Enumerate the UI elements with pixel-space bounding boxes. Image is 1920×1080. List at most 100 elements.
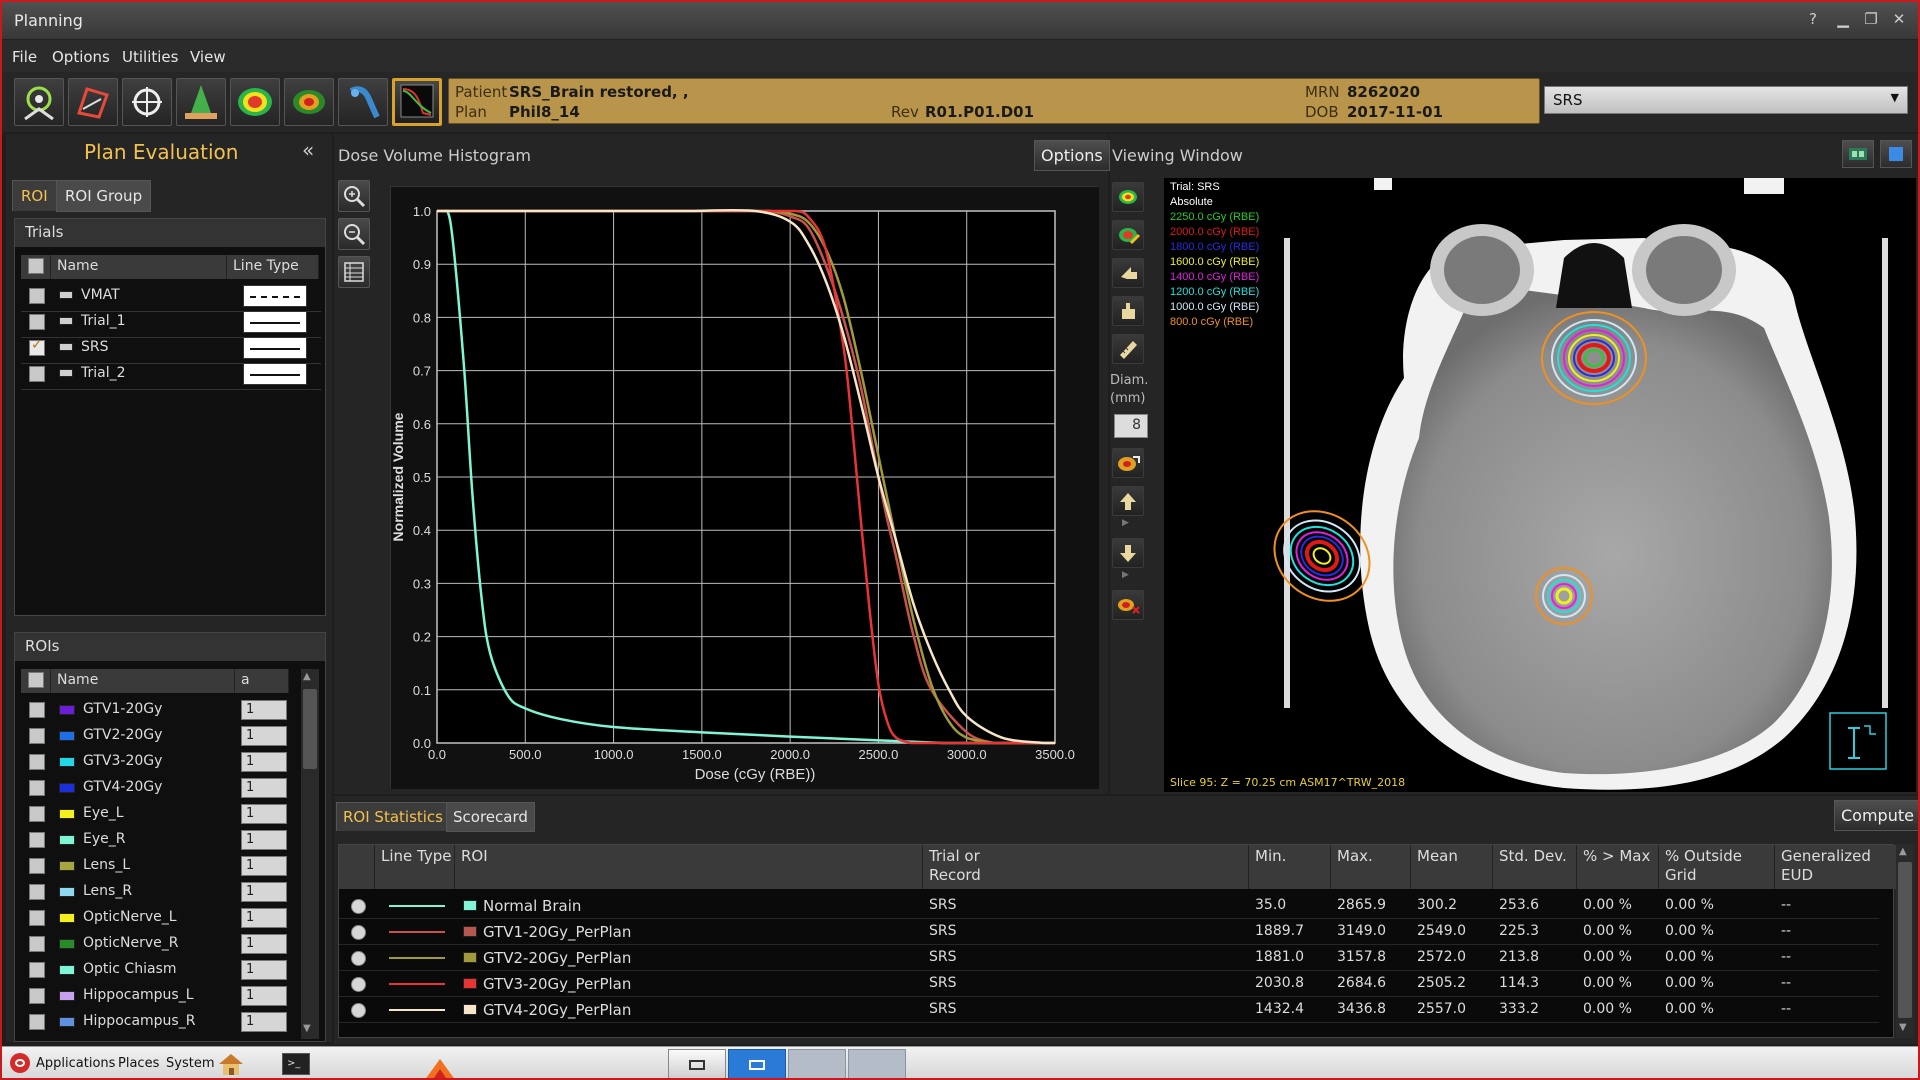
tab-roi-statistics[interactable]: ROI Statistics (336, 802, 450, 831)
expand-down-icon[interactable]: ▶ (1122, 570, 1129, 580)
move-up-button[interactable] (1112, 486, 1144, 516)
stats-col-header[interactable]: % > Max (1577, 845, 1659, 889)
roi-alpha-field[interactable]: 1 (241, 986, 287, 1006)
roi-checkbox[interactable] (29, 780, 45, 796)
roi-checkbox[interactable] (29, 832, 45, 848)
taskbar-system[interactable]: System (166, 1056, 214, 1071)
ct-slice-image[interactable] (1164, 178, 1916, 792)
roi-row[interactable]: Hippocampus_L 1 (21, 983, 295, 1009)
roi-checkbox[interactable] (29, 858, 45, 874)
dose-button[interactable] (230, 78, 280, 126)
row-radio[interactable] (351, 925, 366, 940)
close-button[interactable]: ✕ (1888, 8, 1910, 30)
dose-display-button[interactable] (284, 78, 334, 126)
isodose-edit-button[interactable] (1112, 220, 1144, 250)
trial-row[interactable]: ✓ SRS (21, 335, 321, 364)
tab-roi-group[interactable]: ROI Group (56, 180, 152, 212)
roi-checkbox[interactable] (29, 936, 45, 952)
terminal-icon[interactable]: >_ (282, 1053, 310, 1075)
stats-row[interactable]: GTV2-20Gy_PerPlan SRS 1881.0 3157.8 2572.0 21… (339, 945, 1879, 971)
menu-options[interactable]: Options (52, 48, 110, 66)
trial-checkbox[interactable] (29, 366, 45, 382)
roi-alpha-field[interactable]: 1 (241, 752, 287, 772)
roi-row[interactable]: GTV2-20Gy 1 (21, 723, 295, 749)
roi-checkbox[interactable] (29, 728, 45, 744)
roi-alpha-field[interactable]: 1 (241, 778, 287, 798)
roi-checkbox[interactable] (29, 702, 45, 718)
roi-alpha-field[interactable]: 1 (241, 726, 287, 746)
stats-scroll-up-icon[interactable]: ▲ (1899, 846, 1907, 857)
window-button-1[interactable] (668, 1049, 726, 1078)
roi-alpha-field[interactable]: 1 (241, 804, 287, 824)
stats-col-header[interactable]: Line Type (375, 845, 455, 889)
trial-select[interactable]: SRS ▼ (1544, 86, 1908, 114)
workspace-4[interactable] (848, 1049, 906, 1078)
expand-up-icon[interactable]: ▶ (1122, 518, 1129, 528)
menu-utilities[interactable]: Utilities (122, 48, 178, 66)
roi-checkbox[interactable] (29, 884, 45, 900)
stats-col-header[interactable]: Trial or Record (923, 845, 1249, 889)
stats-col-header[interactable]: Std. Dev. (1493, 845, 1577, 889)
isocenter-button[interactable] (122, 78, 172, 126)
compute-button[interactable]: Compute (1834, 800, 1918, 831)
stats-col-header[interactable] (339, 845, 375, 889)
distro-logo-icon[interactable] (10, 1053, 30, 1073)
stats-scrollbar[interactable]: ▲ ▼ (1896, 844, 1914, 1038)
roi-alpha-field[interactable]: 1 (241, 830, 287, 850)
diameter-input[interactable]: 8 (1114, 414, 1148, 438)
roi-checkbox[interactable] (29, 962, 45, 978)
roi-row[interactable]: GTV1-20Gy 1 (21, 697, 295, 723)
plan-evaluation-button[interactable] (392, 78, 442, 126)
stats-scroll-down-icon[interactable]: ▼ (1899, 1022, 1907, 1033)
roi-row[interactable]: Lens_R 1 (21, 879, 295, 905)
move-down-button[interactable] (1112, 538, 1144, 568)
tab-scorecard[interactable]: Scorecard (446, 802, 535, 832)
rois-col-a[interactable]: a (235, 669, 289, 693)
rois-col-name[interactable]: Name (51, 669, 235, 693)
trial-line-type[interactable] (243, 285, 307, 307)
row-radio[interactable] (351, 899, 366, 914)
pointer-tool-button[interactable] (1112, 258, 1144, 288)
trial-checkbox[interactable] (29, 314, 45, 330)
trial-checkbox[interactable] (29, 288, 45, 304)
menu-file[interactable]: File (12, 48, 37, 66)
scroll-up-icon[interactable]: ▲ (303, 671, 311, 682)
trials-col-linetype[interactable]: Line Type (227, 255, 319, 279)
stats-row[interactable]: Normal Brain SRS 35.0 2865.9 300.2 253.6 0.00 … (339, 893, 1879, 919)
patient-setup-button[interactable] (14, 78, 64, 126)
table-view-button[interactable] (338, 256, 370, 288)
row-radio[interactable] (351, 977, 366, 992)
roi-alpha-field[interactable]: 1 (241, 882, 287, 902)
stats-col-header[interactable]: ROI (455, 845, 923, 889)
roi-checkbox[interactable] (29, 1014, 45, 1030)
trials-select-all[interactable] (21, 255, 51, 279)
rois-scrollbar[interactable]: ▲ ▼ (301, 669, 319, 1039)
window-button-2[interactable] (728, 1049, 786, 1078)
scroll-thumb[interactable] (303, 689, 317, 769)
roi-alpha-field[interactable]: 1 (241, 960, 287, 980)
roi-checkbox[interactable] (29, 910, 45, 926)
roi-row[interactable]: Eye_R 1 (21, 827, 295, 853)
trial-row[interactable]: Trial_1 (21, 309, 321, 338)
maximize-view-button[interactable] (1880, 140, 1912, 168)
trial-row[interactable]: Trial_2 (21, 361, 321, 390)
zoom-out-button[interactable] (338, 218, 370, 250)
roi-row[interactable]: OpticNerve_R 1 (21, 931, 295, 957)
stats-scroll-thumb[interactable] (1898, 862, 1912, 1018)
restore-button[interactable]: ❐ (1860, 8, 1882, 30)
stats-col-header[interactable]: Min. (1249, 845, 1331, 889)
roi-row[interactable]: Lens_L 1 (21, 853, 295, 879)
roi-checkbox[interactable] (29, 754, 45, 770)
roi-checkbox[interactable] (29, 988, 45, 1004)
roi-row[interactable]: OpticNerve_L 1 (21, 905, 295, 931)
trial-line-type[interactable] (243, 311, 307, 333)
taskbar-places[interactable]: Places (118, 1056, 159, 1071)
help-button[interactable]: ? (1802, 8, 1824, 30)
stats-row[interactable]: GTV4-20Gy_PerPlan SRS 1432.4 3436.8 2557.0 33… (339, 997, 1879, 1023)
dvh-options-button[interactable]: Options (1034, 140, 1110, 171)
row-radio[interactable] (351, 951, 366, 966)
workspace-3[interactable] (788, 1049, 846, 1078)
dose-point-button[interactable] (1112, 448, 1144, 478)
roi-alpha-field[interactable]: 1 (241, 934, 287, 954)
stats-col-header[interactable]: Generalized EUD (1775, 845, 1899, 889)
